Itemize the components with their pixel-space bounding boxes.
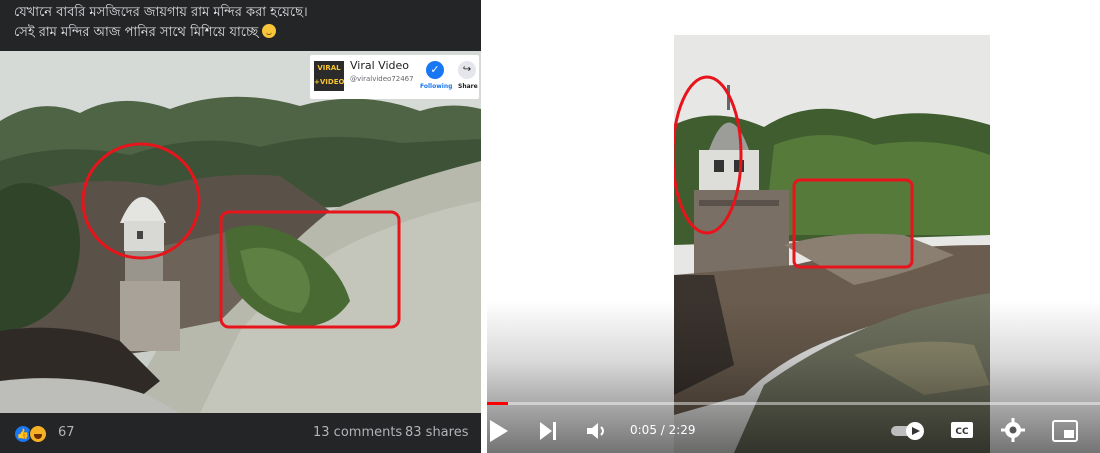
facebook-video[interactable]: VIRAL +VIDEO Viral Video @viralvideo7246… [0, 51, 481, 413]
play-icon[interactable] [487, 417, 511, 445]
cc-icon[interactable]: CC [950, 420, 974, 440]
share-arrow-icon[interactable]: ↪ [458, 61, 476, 79]
progress-played [487, 402, 508, 405]
share-label[interactable]: Share [458, 83, 478, 90]
channel-logo: VIRAL +VIDEO [314, 61, 344, 91]
gear-icon[interactable] [1001, 418, 1025, 442]
caption-line-1: যেখানে বাবরি মসজিদের জায়গায় রাম মন্দির… [14, 5, 308, 20]
progress-bar[interactable] [487, 402, 1100, 405]
channel-logo-line2: +VIDEO [314, 78, 345, 86]
reaction-count[interactable]: 67 [58, 425, 75, 440]
smile-emoji-icon [262, 24, 277, 38]
time-display: 0:05 / 2:29 [630, 423, 696, 437]
comments-count[interactable]: 13 comments [313, 425, 402, 440]
autoplay-toggle-icon[interactable] [890, 421, 926, 441]
facebook-post: যেখানে বাবরি মসজিদের জায়গায় রাম মন্দির… [0, 0, 481, 453]
miniplayer-icon[interactable] [1052, 420, 1078, 442]
post-footer: 👍 67 13 comments 83 shares [0, 413, 481, 453]
channel-name[interactable]: Viral Video [350, 59, 409, 72]
flood-video-frame [0, 51, 481, 413]
following-check-icon[interactable]: ✓ [426, 61, 444, 79]
volume-icon[interactable] [585, 417, 609, 445]
comparison-screenshot: যেখানে বাবরি মসজিদের জায়গায় রাম মন্দির… [0, 0, 1100, 453]
youtube-player: 0:05 / 2:29 CC [487, 0, 1100, 453]
svg-text:CC: CC [955, 427, 969, 437]
next-track-icon[interactable] [537, 417, 561, 445]
post-caption: যেখানে বাবরি মসজিদের জায়গায় রাম মন্দির… [14, 3, 474, 43]
channel-logo-line1: VIRAL [317, 64, 341, 72]
shares-count[interactable]: 83 shares [405, 425, 468, 440]
reaction-icons[interactable]: 👍 [14, 425, 54, 443]
haha-reaction-icon [29, 425, 47, 443]
caption-line-2: সেই রাম মন্দির আজ পানির সাথে মিশিয়ে যাচ… [14, 25, 259, 40]
channel-handle: @viralvideo72467 [350, 75, 414, 83]
following-label[interactable]: Following [420, 83, 452, 90]
channel-badge[interactable]: VIRAL +VIDEO Viral Video @viralvideo7246… [310, 55, 479, 99]
